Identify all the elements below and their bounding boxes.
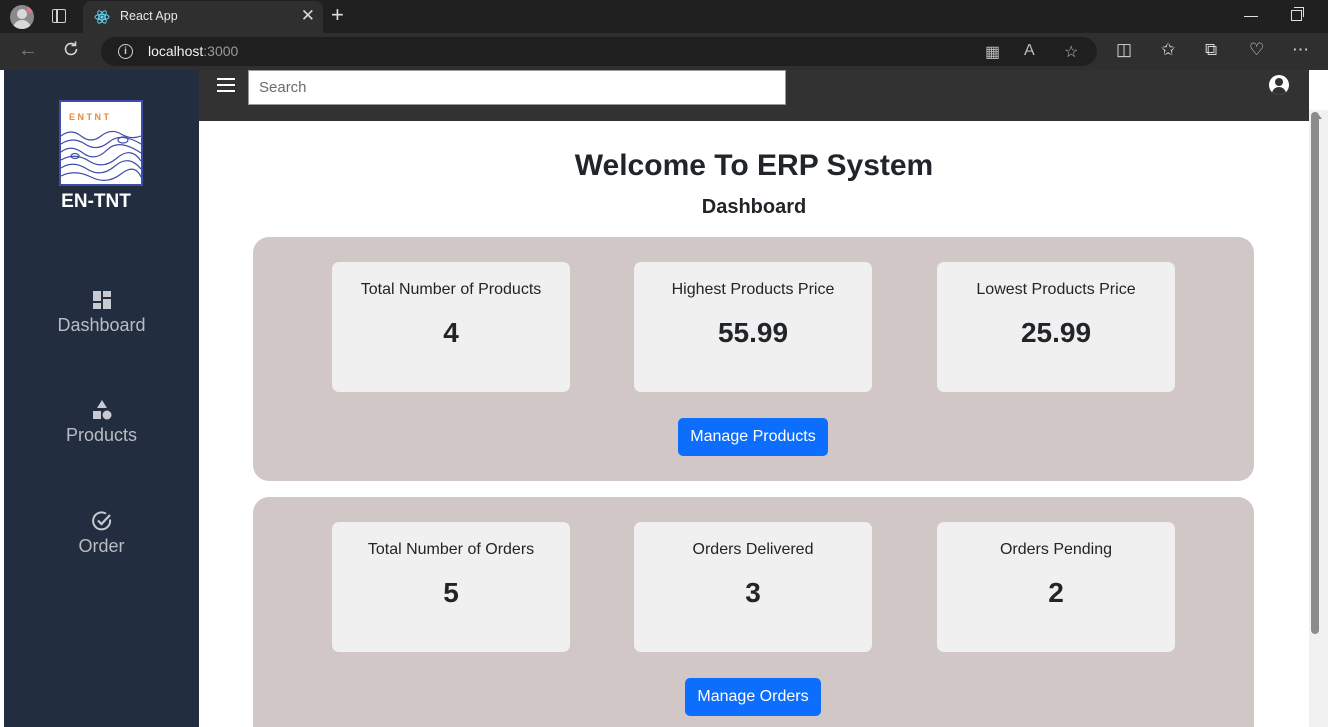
sidebar: ENTNT EN-TNT Dashboard Products Order xyxy=(4,70,199,727)
logo-waves-icon xyxy=(61,130,141,181)
browser-essentials-icon[interactable]: ♡ xyxy=(1249,40,1264,60)
stat-value: 2 xyxy=(1048,577,1064,608)
stat-label: Lowest Products Price xyxy=(976,281,1136,298)
url-host: localhost xyxy=(148,43,204,59)
new-tab-icon[interactable]: + xyxy=(331,3,344,27)
search-input[interactable] xyxy=(248,70,786,105)
page-viewport: ENTNT EN-TNT Dashboard Products Order Se… xyxy=(0,70,1328,727)
sidebar-item-label: Products xyxy=(65,425,138,445)
stat-value: 3 xyxy=(745,577,761,608)
top-navbar xyxy=(199,70,1309,121)
favorites-icon[interactable]: ✩ xyxy=(1161,40,1175,60)
url-field[interactable]: i localhost:3000 ▦ A ☆ xyxy=(101,37,1097,66)
url-port: :3000 xyxy=(203,43,239,59)
brand-name: EN-TNT xyxy=(61,191,131,212)
restore-window-icon[interactable] xyxy=(1291,7,1304,21)
stat-label: Total Number of Orders xyxy=(367,541,535,558)
manage-orders-button[interactable]: Manage Orders xyxy=(685,678,821,716)
stat-value: 55.99 xyxy=(717,317,789,348)
browser-tab-strip: React App ✕ + xyxy=(0,0,1328,33)
stat-card-orders-pending: Orders Pending 2 xyxy=(937,522,1175,652)
menu-toggle-icon[interactable] xyxy=(217,78,235,92)
sidebar-item-label: Dashboard xyxy=(57,315,146,335)
address-bar-row: ← i localhost:3000 ▦ A ☆ ◫ ✩ ⧉ ♡ ⋯ xyxy=(0,33,1328,70)
collections-icon[interactable]: ⧉ xyxy=(1205,40,1217,60)
dashboard-icon xyxy=(92,291,111,309)
tab-actions-icon[interactable] xyxy=(52,9,66,23)
scrollbar-thumb[interactable] xyxy=(1311,112,1319,634)
stat-card-orders-delivered: Orders Delivered 3 xyxy=(634,522,872,652)
stat-label: Total Number of Products xyxy=(360,281,542,298)
manage-products-button[interactable]: Manage Products xyxy=(678,418,828,456)
stat-card-lowest-price: Lowest Products Price 25.99 xyxy=(937,262,1175,392)
shapes-icon xyxy=(92,400,111,420)
favorite-star-icon[interactable]: ☆ xyxy=(1064,42,1078,62)
stat-label: Highest Products Price xyxy=(671,281,835,298)
profile-avatar-icon[interactable] xyxy=(10,5,34,29)
browser-tab[interactable]: React App ✕ xyxy=(83,1,323,33)
stat-value: 5 xyxy=(443,577,459,608)
read-aloud-icon[interactable]: A xyxy=(1024,42,1035,60)
products-summary-panel: Total Number of Products 4 Highest Produ… xyxy=(253,237,1254,481)
site-info-icon[interactable]: i xyxy=(118,44,133,59)
logo: ENTNT xyxy=(59,100,143,186)
sidebar-item-label: Order xyxy=(78,536,125,556)
stat-value: 4 xyxy=(443,317,459,348)
back-arrow-icon[interactable]: ← xyxy=(18,39,38,62)
stat-value: 25.99 xyxy=(1020,317,1092,348)
stat-label: Orders Pending xyxy=(999,541,1113,558)
app-available-icon[interactable]: ▦ xyxy=(985,42,1000,62)
split-screen-icon[interactable]: ◫ xyxy=(1116,40,1132,60)
tab-title: React App xyxy=(120,9,178,23)
sidebar-item-dashboard[interactable]: Dashboard xyxy=(4,289,199,336)
check-circle-icon xyxy=(91,511,111,531)
stat-card-total-orders: Total Number of Orders 5 xyxy=(332,522,570,652)
minimize-window-icon[interactable] xyxy=(1244,16,1258,17)
reload-icon[interactable] xyxy=(61,39,81,59)
close-tab-icon[interactable]: ✕ xyxy=(301,6,315,26)
orders-summary-panel: Total Number of Orders 5 Orders Delivere… xyxy=(253,497,1254,727)
stat-card-highest-price: Highest Products Price 55.99 xyxy=(634,262,872,392)
more-options-icon[interactable]: ⋯ xyxy=(1292,40,1309,60)
page-subtitle: Dashboard xyxy=(701,196,807,218)
react-logo-icon xyxy=(94,10,110,24)
url-text: localhost:3000 xyxy=(148,43,238,59)
page-title: Welcome To ERP System xyxy=(574,149,934,182)
stat-card-total-products: Total Number of Products 4 xyxy=(332,262,570,392)
logo-text: ENTNT xyxy=(69,112,112,122)
sidebar-item-order[interactable]: Order xyxy=(4,510,199,557)
sidebar-item-products[interactable]: Products xyxy=(4,399,199,446)
stat-label: Orders Delivered xyxy=(692,541,814,558)
user-account-icon[interactable] xyxy=(1269,75,1289,95)
